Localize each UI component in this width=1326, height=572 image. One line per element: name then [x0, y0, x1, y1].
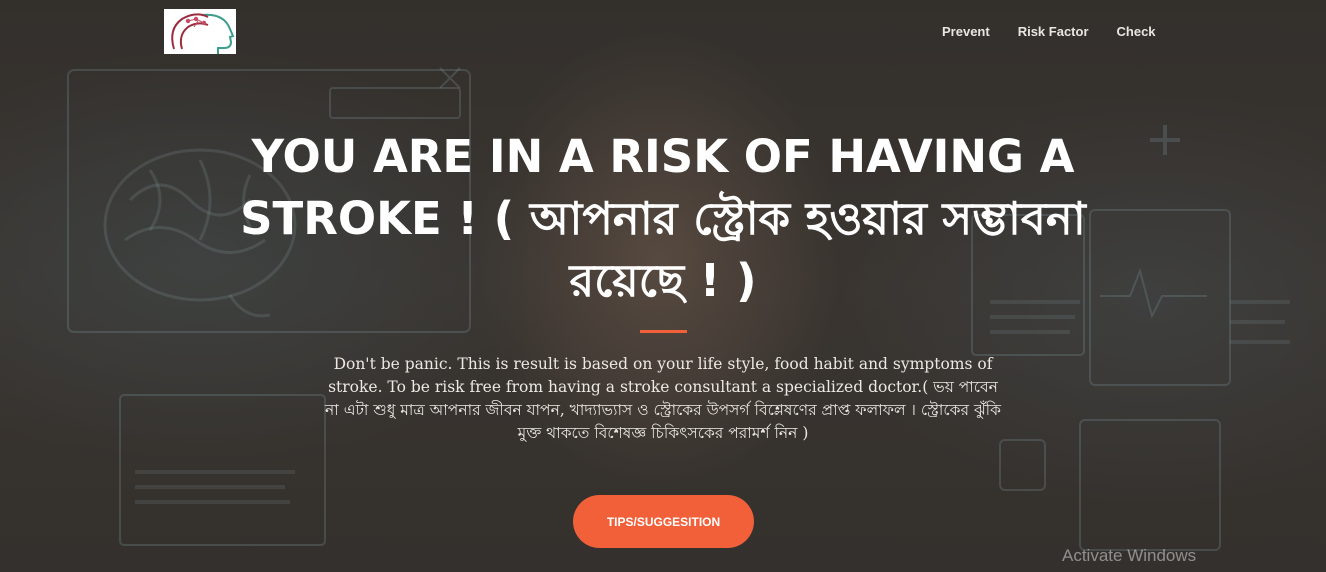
nav-link-prevent[interactable]: Prevent	[942, 24, 990, 39]
nav-link-risk-factor[interactable]: Risk Factor	[1018, 24, 1089, 39]
site-logo[interactable]	[164, 9, 236, 54]
stroke-head-logo-icon	[171, 13, 235, 54]
result-explanation: Don't be panic. This is result is based …	[325, 355, 1001, 442]
activate-windows-watermark: Activate Windows	[1062, 546, 1197, 565]
tips-suggestion-button[interactable]: TIPS/SUGGESITION	[573, 495, 754, 548]
hero-section: Prevent Risk Factor Check YOU ARE IN A R…	[0, 0, 1326, 572]
risk-result-headline: YOU ARE IN A RISK OF HAVING A STROKE ! (…	[240, 130, 1086, 307]
nav-link-check[interactable]: Check	[1117, 24, 1156, 39]
top-nav: Prevent Risk Factor Check	[942, 24, 1184, 39]
headline-divider	[640, 330, 687, 333]
